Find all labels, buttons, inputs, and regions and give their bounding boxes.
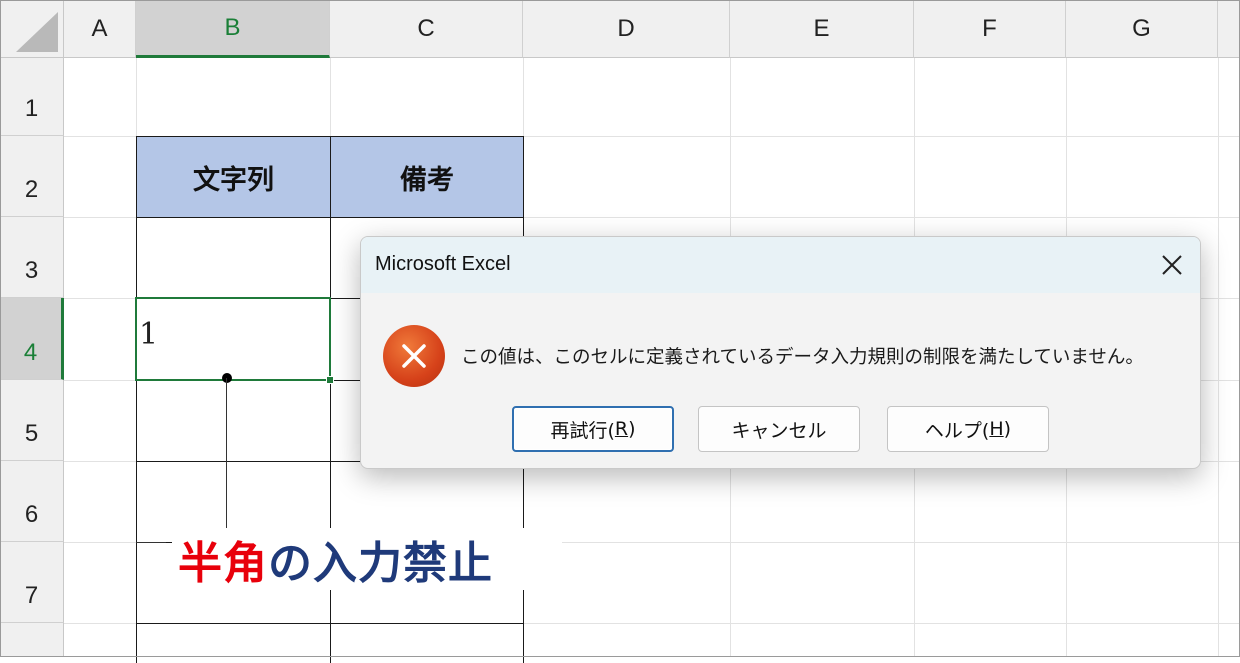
table-header-strings[interactable]: 文字列 bbox=[136, 136, 331, 218]
column-header-d[interactable]: D bbox=[523, 0, 730, 58]
close-icon bbox=[1162, 255, 1182, 275]
retry-button[interactable]: 再試行(R) bbox=[512, 406, 674, 452]
error-icon bbox=[383, 325, 445, 387]
select-all-triangle-icon bbox=[16, 11, 58, 52]
cancel-button[interactable]: キャンセル bbox=[698, 406, 860, 452]
retry-label-suffix: ) bbox=[628, 418, 636, 440]
column-header-e[interactable]: E bbox=[730, 0, 914, 58]
error-dialog: Microsoft Excel この値は、このセルに定義されているデータ入力規則… bbox=[360, 236, 1201, 469]
callout-leader-line-horizontal bbox=[136, 542, 166, 543]
help-accelerator: H bbox=[989, 418, 1004, 440]
row-header-2[interactable]: 2 bbox=[0, 136, 64, 217]
row-header-5[interactable]: 5 bbox=[0, 380, 64, 461]
callout-anchor-dot bbox=[222, 373, 232, 383]
retry-label-prefix: 再試行( bbox=[550, 419, 615, 442]
dialog-title-bar[interactable]: Microsoft Excel bbox=[361, 237, 1200, 293]
callout-leader-line bbox=[226, 378, 227, 542]
column-header-b[interactable]: B bbox=[136, 0, 330, 58]
table-cell-b5[interactable] bbox=[136, 380, 331, 462]
column-header-c[interactable]: C bbox=[330, 0, 523, 58]
row-header-8-partial[interactable] bbox=[0, 623, 64, 657]
cancel-label: キャンセル bbox=[731, 419, 827, 442]
callout-text-red: 半角 bbox=[178, 538, 268, 589]
table-cell-c8[interactable] bbox=[330, 623, 524, 663]
row-header-7[interactable]: 7 bbox=[0, 542, 64, 623]
annotation-callout: 半角 の入力禁止 bbox=[172, 528, 562, 590]
select-all-corner[interactable] bbox=[0, 0, 64, 58]
column-header-a[interactable]: A bbox=[64, 0, 136, 58]
help-label-prefix: ヘルプ( bbox=[924, 419, 990, 442]
column-header-f[interactable]: F bbox=[914, 0, 1066, 58]
active-cell-value: 1 bbox=[139, 317, 159, 352]
dialog-title: Microsoft Excel bbox=[375, 253, 511, 275]
fill-handle[interactable] bbox=[326, 376, 334, 384]
retry-accelerator: R bbox=[614, 418, 629, 440]
row-header-1[interactable]: 1 bbox=[0, 58, 64, 136]
table-cell-b8[interactable] bbox=[136, 623, 331, 663]
row-header-4[interactable]: 4 bbox=[0, 298, 64, 380]
active-cell-b4[interactable]: 1 bbox=[135, 297, 331, 381]
column-header-h-partial[interactable] bbox=[1218, 0, 1240, 58]
row-header-3[interactable]: 3 bbox=[0, 217, 64, 298]
help-button[interactable]: ヘルプ(H) bbox=[887, 406, 1049, 452]
row-header-6[interactable]: 6 bbox=[0, 461, 64, 542]
table-cell-b3[interactable] bbox=[136, 217, 331, 299]
help-label-suffix: ) bbox=[1003, 418, 1012, 440]
callout-text-navy: の入力禁止 bbox=[268, 538, 493, 589]
close-button[interactable] bbox=[1150, 243, 1194, 287]
column-header-g[interactable]: G bbox=[1066, 0, 1218, 58]
dialog-message: この値は、このセルに定義されているデータ入力規則の制限を満たしていません。 bbox=[461, 347, 1144, 368]
table-header-notes[interactable]: 備考 bbox=[330, 136, 524, 218]
